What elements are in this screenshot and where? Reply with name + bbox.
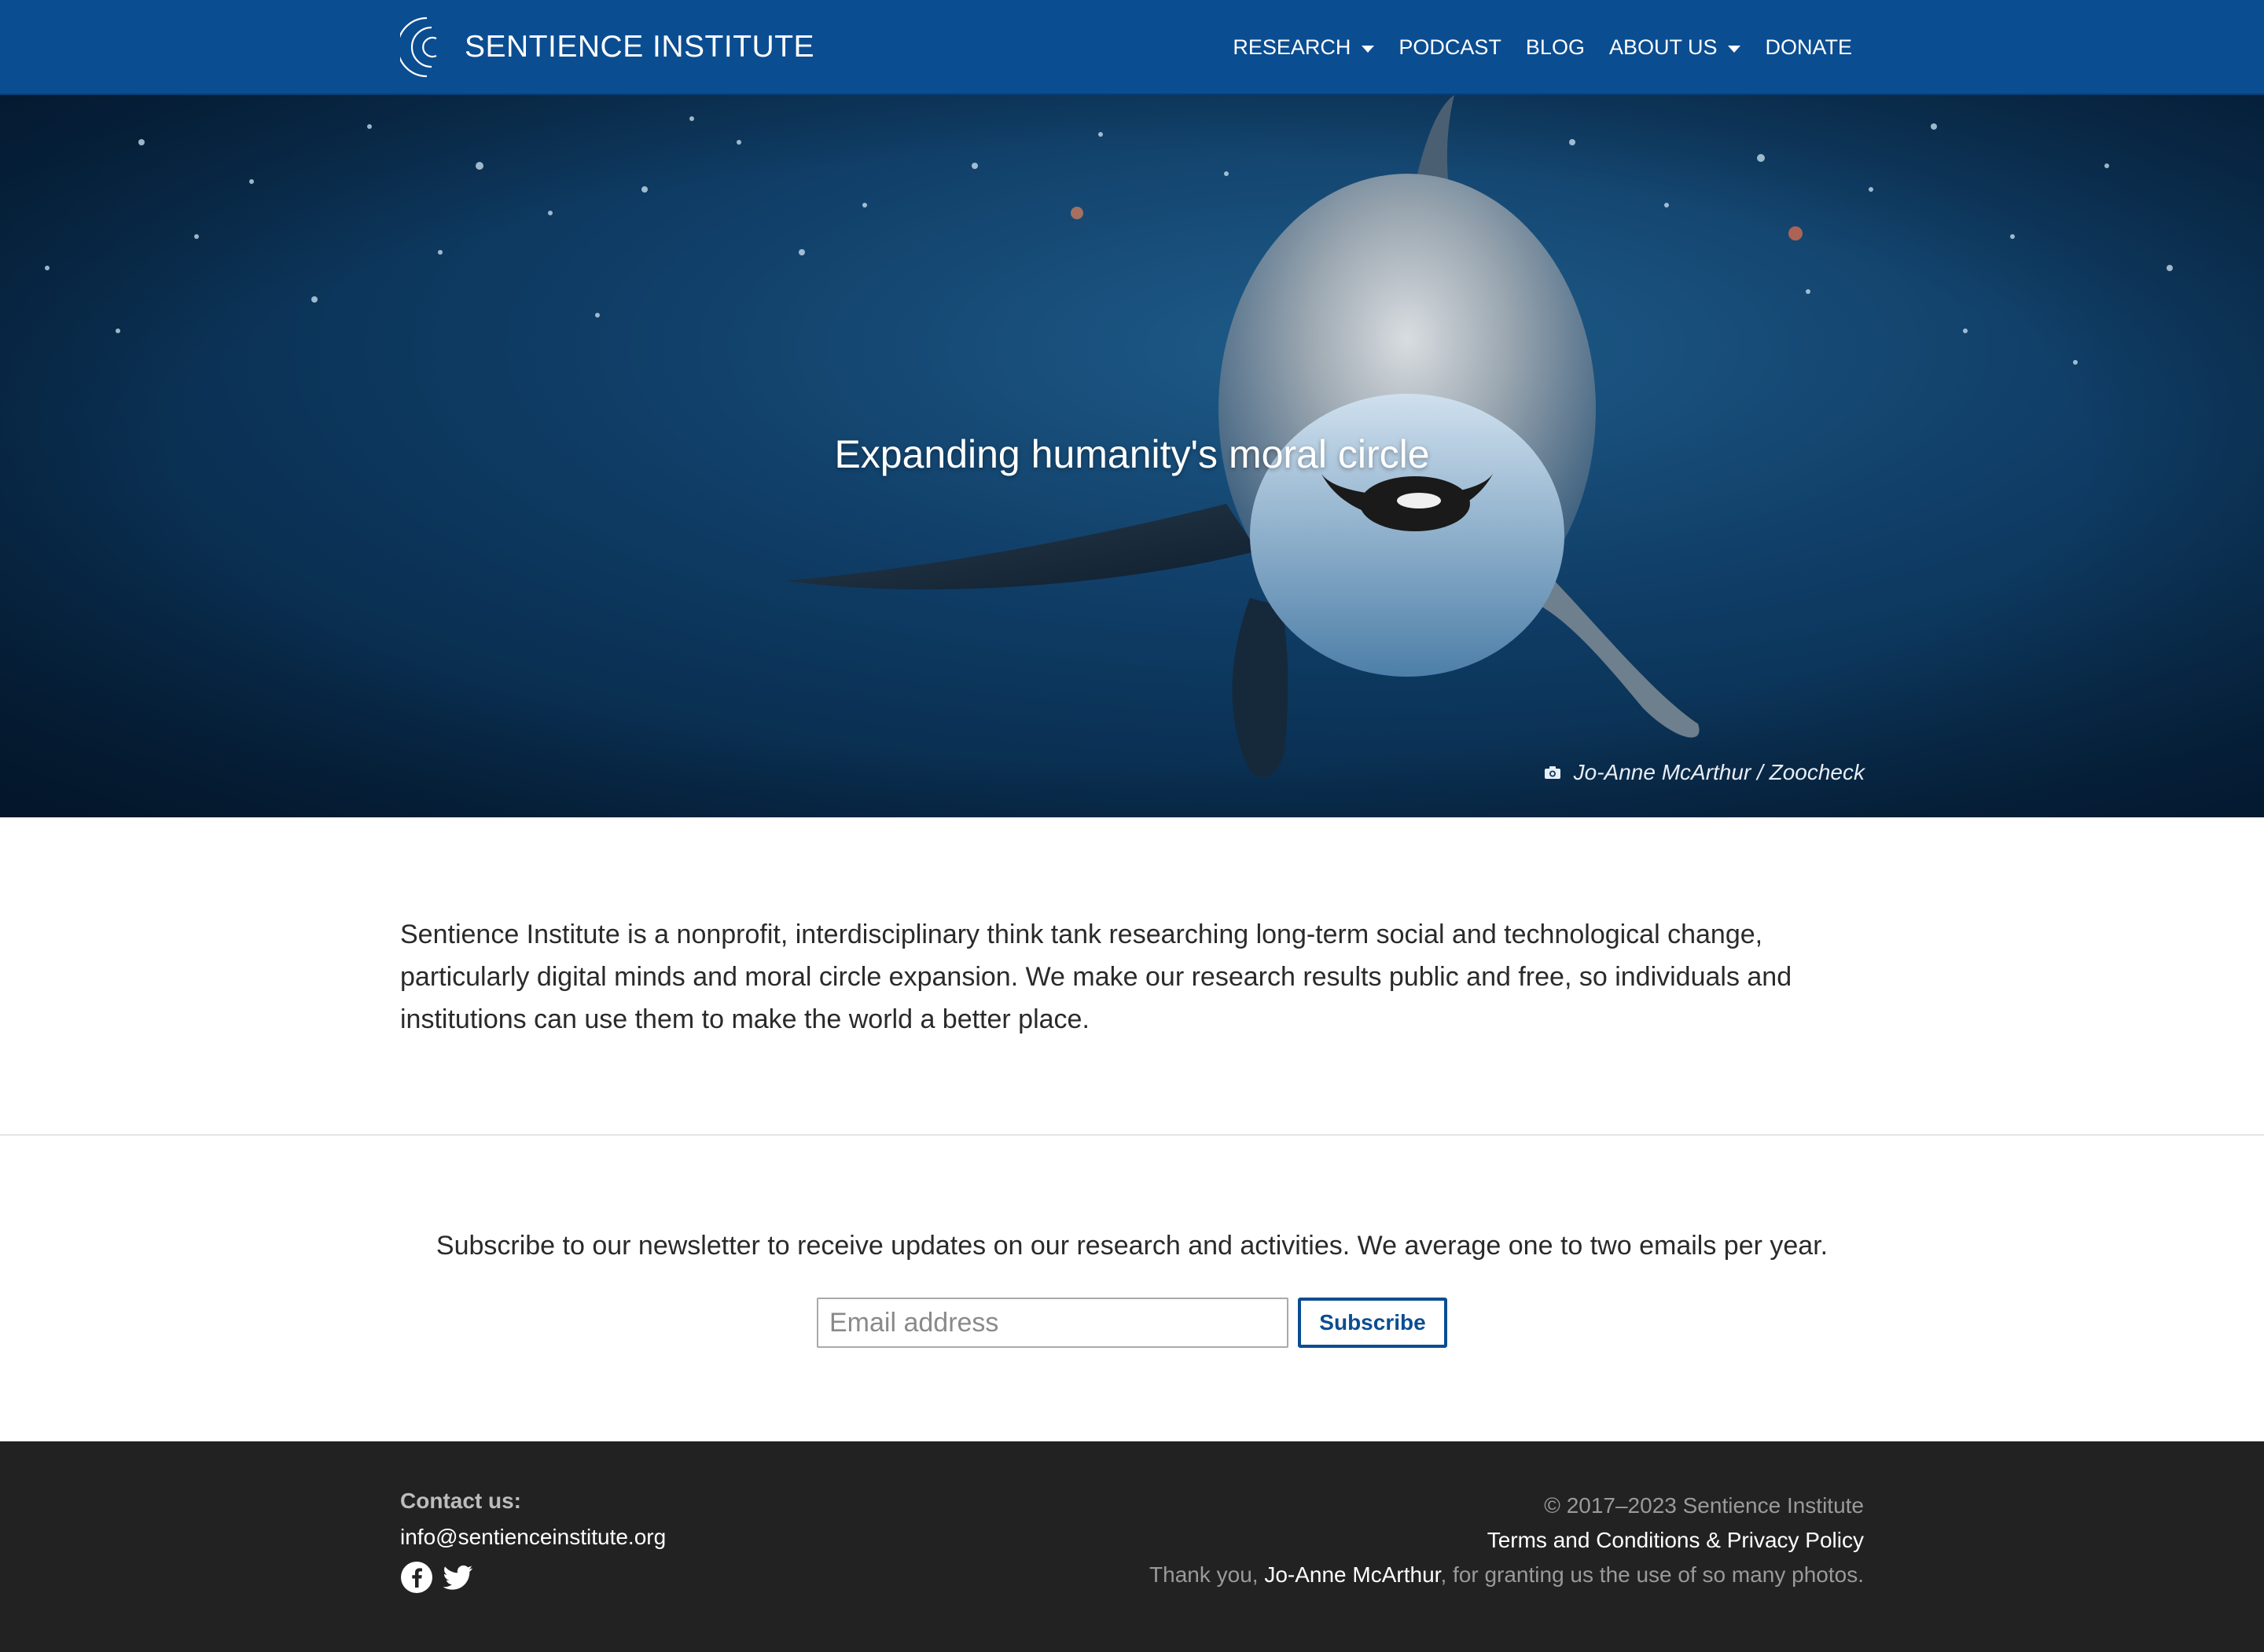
footer-legal: © 2017–2023 Sentience Institute Terms an… (1149, 1489, 1864, 1592)
intro-paragraph: Sentience Institute is a nonprofit, inte… (400, 920, 1792, 1034)
section-divider (0, 1134, 2264, 1136)
nav-item-about-us[interactable]: ABOUT US (1609, 35, 1741, 60)
nav-item-research[interactable]: RESEARCH (1233, 35, 1375, 60)
terms-privacy-link[interactable]: Terms and Conditions & Privacy Policy (1149, 1523, 1864, 1558)
social-links (400, 1561, 666, 1594)
footer: Contact us: info@sentienceinstitute.org … (0, 1441, 2264, 1652)
copyright-text: © 2017–2023 Sentience Institute (1544, 1493, 1864, 1518)
thanks-suffix: , for granting us the use of so many pho… (1440, 1562, 1864, 1587)
caret-down-icon (1728, 45, 1741, 53)
nav-item-label: ABOUT US (1608, 35, 1718, 59)
nav-item-blog[interactable]: BLOG (1526, 35, 1585, 60)
twitter-icon[interactable] (441, 1561, 474, 1594)
photographer-link[interactable]: Jo-Anne McArthur (1264, 1562, 1440, 1587)
photo-thanks: Thank you, Jo-Anne McArthur, for grantin… (1149, 1558, 1864, 1592)
nav-item-label: DONATE (1765, 35, 1852, 59)
facebook-icon[interactable] (400, 1561, 433, 1594)
contact-email-link[interactable]: info@sentienceinstitute.org (400, 1525, 666, 1550)
photo-credit: Jo-Anne McArthur / Zoocheck (1544, 760, 1865, 785)
hero-title: Expanding humanity's moral circle (834, 432, 1430, 476)
footer-contact: Contact us: info@sentienceinstitute.org (400, 1489, 666, 1594)
thanks-prefix: Thank you, (1149, 1562, 1265, 1587)
nav-links: RESEARCH PODCAST BLOG ABOUT US DONATE (1208, 0, 1852, 95)
hero-banner: Expanding humanity's moral circle Jo-Ann… (0, 95, 2264, 817)
photo-credit-text: Jo-Anne McArthur / Zoocheck (1573, 760, 1865, 784)
contact-label: Contact us: (400, 1489, 521, 1513)
brand-link[interactable]: SENTIENCE INSTITUTE (400, 14, 814, 80)
sentience-logo-icon (400, 17, 437, 78)
brand-name: SENTIENCE INSTITUTE (465, 30, 815, 64)
email-input[interactable] (817, 1298, 1288, 1348)
nav-item-label: BLOG (1525, 35, 1585, 59)
subscribe-button[interactable]: Subscribe (1298, 1298, 1447, 1348)
nav-item-label: PODCAST (1398, 35, 1501, 59)
newsletter-description: Subscribe to our newsletter to receive u… (436, 1231, 1828, 1261)
top-navbar: SENTIENCE INSTITUTE RESEARCH PODCAST BLO… (0, 0, 2264, 95)
camera-icon (1544, 766, 1560, 779)
caret-down-icon (1362, 45, 1375, 53)
nav-item-donate[interactable]: DONATE (1765, 35, 1852, 60)
nav-item-podcast[interactable]: PODCAST (1398, 35, 1501, 60)
nav-item-label: RESEARCH (1233, 35, 1351, 59)
